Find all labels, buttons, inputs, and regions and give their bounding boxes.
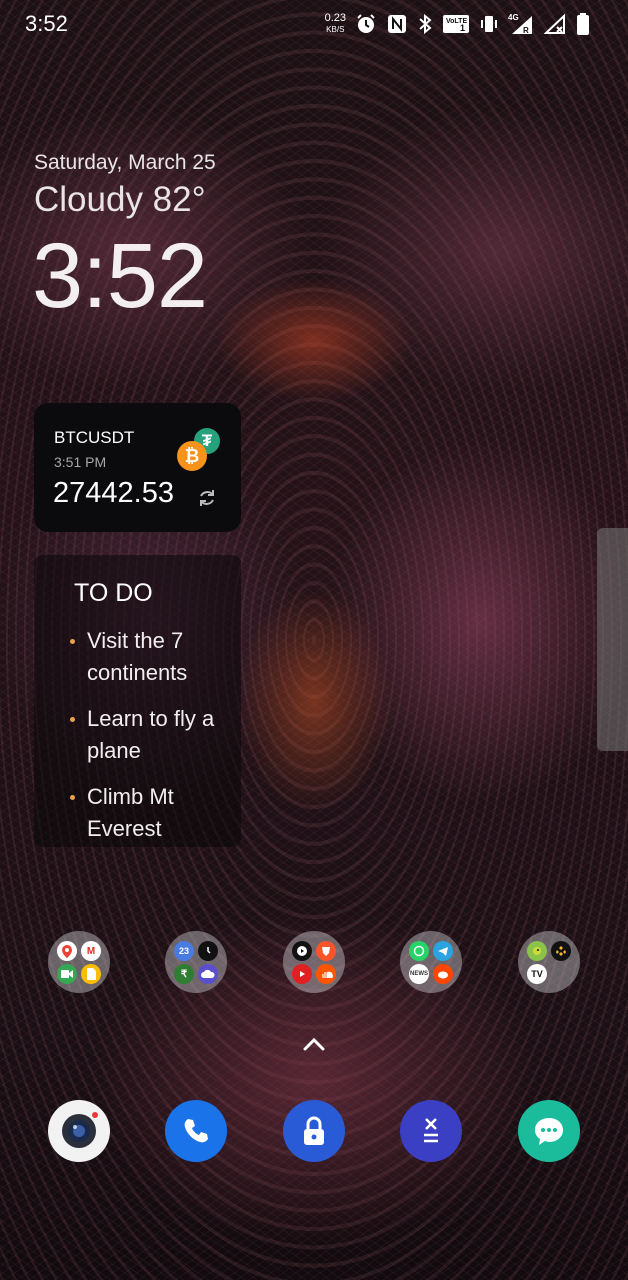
svg-text:1: 1 [460, 23, 465, 33]
status-time: 3:52 [25, 11, 68, 36]
network-type: 4G [508, 13, 519, 22]
payments-icon: ₹ [174, 964, 194, 984]
wifi-off-icon [543, 13, 567, 35]
meet-icon [57, 964, 77, 984]
gmail-icon: M [81, 941, 101, 961]
reddit-icon [433, 964, 453, 984]
todo-item-text: Climb Mt Everest [87, 784, 174, 841]
player-icon [292, 941, 312, 961]
utilities-folder[interactable]: 23 ₹ [165, 931, 227, 993]
network-speed: 0.23 KB/S [325, 13, 346, 35]
files-icon [81, 964, 101, 984]
weather-icon [198, 964, 218, 984]
network-speed-value: 0.23 [324, 12, 346, 24]
alarm-icon [355, 13, 377, 35]
maps-icon [57, 941, 77, 961]
crypto-time: 3:51 PM [54, 454, 107, 470]
messages-icon[interactable] [518, 1100, 580, 1162]
trading-folder[interactable]: TV [518, 931, 580, 993]
binance-icon [551, 941, 571, 961]
brave-icon [316, 941, 336, 961]
refresh-icon[interactable] [196, 487, 218, 509]
phone-icon[interactable] [165, 1100, 227, 1162]
google-apps-folder[interactable]: M [48, 931, 110, 993]
battery-icon [576, 12, 590, 36]
social-folder[interactable]: NEWS [400, 931, 462, 993]
todo-item-text: Visit the 7 continents [87, 628, 188, 685]
clock[interactable]: 3:52 [32, 230, 208, 322]
calendar-icon: 23 [174, 941, 194, 961]
edge-panel-handle[interactable] [597, 528, 628, 751]
bullet-icon [70, 717, 75, 722]
network-speed-unit: KB/S [326, 25, 345, 34]
bitcoin-icon: ₿ [177, 441, 207, 471]
youtube-icon [292, 964, 312, 984]
whatsapp-icon [409, 941, 429, 961]
status-bar: 3:52 0.23 KB/S VoLTE 1 4G R [0, 0, 628, 46]
clock-icon [198, 941, 218, 961]
signal-icon: 4G R [508, 12, 534, 36]
todo-item-text: Learn to fly a plane [87, 706, 215, 763]
empty-slot [551, 964, 571, 984]
todo-item[interactable]: Learn to fly a plane [70, 703, 240, 767]
weather-label[interactable]: Cloudy 82° [34, 180, 206, 220]
news-icon: NEWS [409, 964, 429, 984]
status-icons: 0.23 KB/S VoLTE 1 4G R [325, 10, 590, 38]
todo-list: Visit the 7 continents Learn to fly a pl… [70, 625, 240, 859]
nfc-icon [386, 13, 408, 35]
crypto-price: 27442.53 [53, 477, 174, 509]
calculator-icon[interactable] [400, 1100, 462, 1162]
parrot-icon [527, 941, 547, 961]
bullet-icon [70, 639, 75, 644]
lock-icon[interactable] [283, 1100, 345, 1162]
date-label: Saturday, March 25 [34, 151, 216, 174]
todo-item[interactable]: Visit the 7 continents [70, 625, 240, 689]
todo-title: TO DO [74, 579, 153, 607]
bluetooth-icon [417, 13, 433, 35]
todo-widget[interactable]: TO DO Visit the 7 continents Learn to fl… [34, 555, 241, 847]
tradingview-icon: TV [527, 964, 547, 984]
media-folder[interactable] [283, 931, 345, 993]
crypto-symbol: BTCUSDT [54, 428, 135, 447]
camera-icon[interactable] [48, 1100, 110, 1162]
volte-icon: VoLTE 1 [442, 13, 470, 35]
vibrate-icon [479, 13, 499, 35]
bullet-icon [70, 795, 75, 800]
crypto-widget[interactable]: BTCUSDT 3:51 PM 27442.53 ₮ ₿ [34, 403, 241, 532]
todo-item[interactable]: Climb Mt Everest [70, 781, 240, 845]
soundcloud-icon [316, 964, 336, 984]
svg-text:R: R [523, 26, 529, 35]
telegram-icon [433, 941, 453, 961]
chevron-up-icon[interactable] [302, 1036, 326, 1052]
